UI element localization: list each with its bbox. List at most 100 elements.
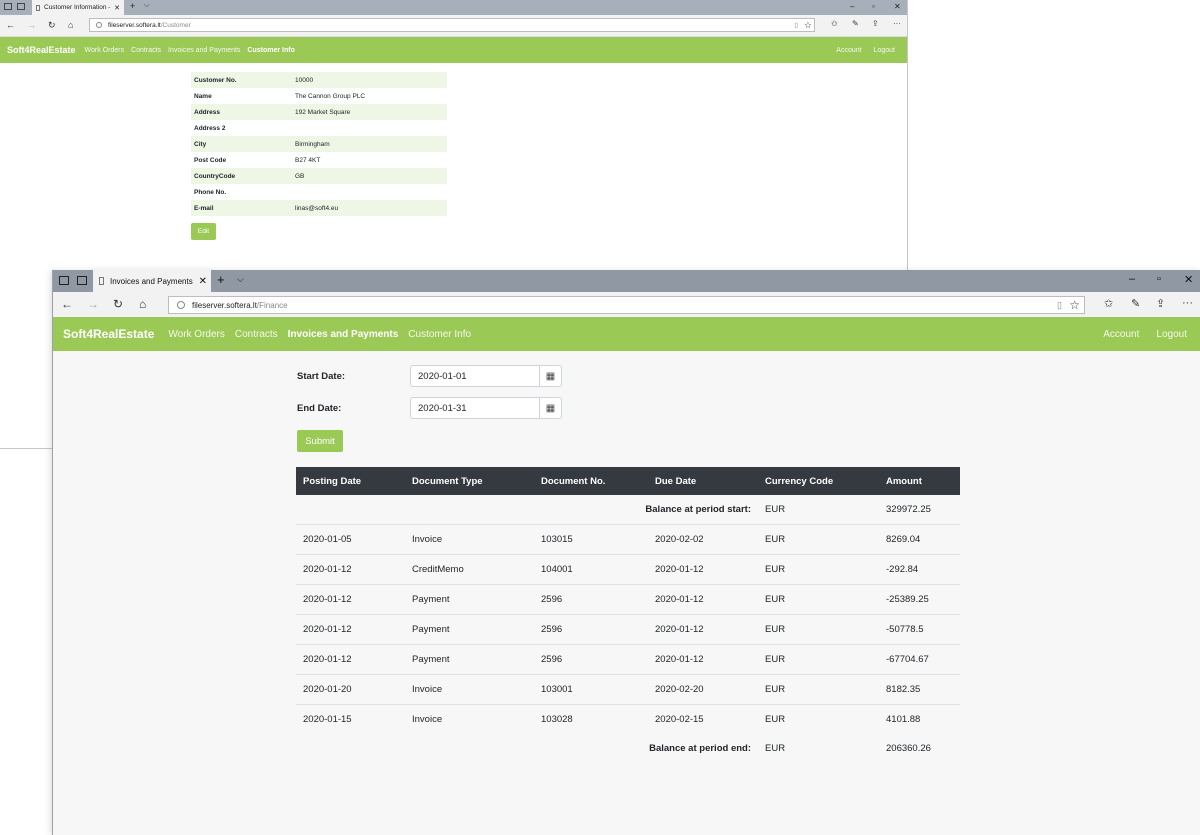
balance-start-row: Balance at period start: EUR 329972.25 bbox=[296, 495, 960, 525]
reading-view-icon[interactable]: ▯ bbox=[1057, 300, 1062, 311]
nav-account[interactable]: Account bbox=[836, 47, 861, 54]
close-tab-icon[interactable]: ✕ bbox=[199, 276, 207, 287]
refresh-icon[interactable]: ↻ bbox=[113, 297, 123, 311]
nav-contracts[interactable]: Contracts bbox=[235, 329, 278, 340]
currency-cell: EUR bbox=[758, 584, 879, 615]
page-icon bbox=[99, 277, 104, 285]
tab-aside-icon[interactable] bbox=[77, 276, 87, 285]
due-date-cell: 2020-02-15 bbox=[655, 704, 758, 734]
pen-icon[interactable]: ✎ bbox=[1131, 297, 1140, 310]
start-date-row: Start Date: 2020-01-01 ▦ bbox=[297, 365, 562, 387]
maximize-icon[interactable]: ▫ bbox=[1157, 273, 1161, 285]
favorites-icon[interactable]: ✩ bbox=[1104, 297, 1113, 310]
document-type-cell: Payment bbox=[405, 644, 534, 675]
chevron-down-icon[interactable]: ⌵ bbox=[237, 274, 244, 285]
tab-invoices-payments[interactable]: Invoices and Payments ✕ bbox=[93, 270, 211, 292]
due-date-cell: 2020-02-20 bbox=[655, 674, 758, 705]
edit-button[interactable]: Edit bbox=[191, 223, 216, 240]
minimize-icon[interactable]: – bbox=[850, 2, 854, 11]
end-date-row: End Date: 2020-01-31 ▦ bbox=[297, 397, 562, 419]
maximize-icon[interactable]: ▫ bbox=[872, 2, 875, 11]
invoices-payments-window: Invoices and Payments ✕ + ⌵ – ▫ ✕ ← → ↻ … bbox=[52, 270, 1200, 835]
share-icon[interactable]: ⇪ bbox=[872, 19, 879, 28]
field-value: Birmingham bbox=[295, 140, 330, 148]
brand-link[interactable]: Soft4RealEstate bbox=[7, 45, 76, 55]
tab-customer-information[interactable]: Customer Information - ✕ bbox=[32, 0, 124, 15]
table-row: 2020-01-12 Payment 2596 2020-01-12 EUR -… bbox=[296, 614, 960, 645]
home-icon[interactable]: ⌂ bbox=[68, 20, 73, 30]
nav-customer-info[interactable]: Customer Info bbox=[408, 329, 471, 340]
submit-button[interactable]: Submit bbox=[297, 430, 343, 452]
tab-preview-icon[interactable] bbox=[59, 276, 69, 285]
close-window-icon[interactable]: ✕ bbox=[894, 2, 901, 11]
nav-work-orders[interactable]: Work Orders bbox=[85, 47, 125, 54]
balance-end-currency: EUR bbox=[765, 743, 786, 754]
nav-account[interactable]: Account bbox=[1103, 329, 1139, 340]
address-bar: ← → ↻ ⌂ fileserver.softera.lt/Customer ▯… bbox=[0, 15, 907, 37]
table-header-row: Posting Date Document Type Document No. … bbox=[296, 467, 960, 495]
nav-contracts[interactable]: Contracts bbox=[131, 47, 161, 54]
back-arrow-icon[interactable]: ← bbox=[61, 297, 73, 311]
url-host: fileserver.softera.lt bbox=[108, 21, 161, 29]
forward-arrow-icon[interactable]: → bbox=[27, 20, 36, 30]
document-type-cell: CreditMemo bbox=[405, 554, 534, 585]
balance-start-label: Balance at period start: bbox=[645, 504, 751, 515]
document-no-cell: 104001 bbox=[534, 554, 655, 585]
field-label: Phone No. bbox=[194, 188, 227, 196]
url-host: fileserver.softera.lt bbox=[192, 300, 257, 310]
field-value: 192 Market Square bbox=[295, 108, 351, 116]
posting-date-cell: 2020-01-12 bbox=[296, 644, 405, 675]
calendar-icon[interactable]: ▦ bbox=[539, 398, 561, 418]
new-tab-icon[interactable]: + bbox=[217, 272, 225, 287]
home-icon[interactable]: ⌂ bbox=[139, 297, 146, 311]
close-window-icon[interactable]: ✕ bbox=[1184, 273, 1193, 286]
url-field[interactable]: fileserver.softera.lt/Finance ▯ ☆ bbox=[168, 296, 1085, 314]
document-type-cell: Payment bbox=[405, 584, 534, 615]
brand-link[interactable]: Soft4RealEstate bbox=[63, 327, 154, 341]
favorite-star-icon[interactable]: ☆ bbox=[804, 20, 812, 31]
forward-arrow-icon[interactable]: → bbox=[87, 297, 99, 311]
calendar-icon[interactable]: ▦ bbox=[539, 366, 561, 386]
reading-view-icon[interactable]: ▯ bbox=[794, 21, 798, 29]
start-date-input[interactable]: 2020-01-01 ▦ bbox=[410, 365, 562, 387]
column-header: Document Type bbox=[405, 467, 534, 495]
favorites-icon[interactable]: ✩ bbox=[831, 19, 838, 28]
back-arrow-icon[interactable]: ← bbox=[6, 20, 15, 30]
tab-preview-icon[interactable] bbox=[4, 3, 12, 10]
posting-date-cell: 2020-01-20 bbox=[296, 674, 405, 705]
url-path: /Customer bbox=[160, 21, 191, 29]
start-date-value[interactable]: 2020-01-01 bbox=[411, 371, 539, 382]
new-tab-icon[interactable]: + bbox=[130, 1, 135, 11]
document-type-cell: Invoice bbox=[405, 704, 534, 734]
refresh-icon[interactable]: ↻ bbox=[48, 20, 56, 31]
tab-aside-icon[interactable] bbox=[17, 3, 25, 10]
chevron-down-icon[interactable]: ⌵ bbox=[144, 2, 149, 10]
detail-row: E-mail linas@soft4.eu bbox=[191, 200, 447, 216]
nav-invoices-payments[interactable]: Invoices and Payments bbox=[288, 329, 399, 340]
minimize-icon[interactable]: – bbox=[1129, 273, 1135, 285]
field-value: The Cannon Group PLC bbox=[295, 92, 366, 100]
pen-icon[interactable]: ✎ bbox=[852, 19, 859, 28]
close-tab-icon[interactable]: ✕ bbox=[114, 4, 120, 12]
end-date-input[interactable]: 2020-01-31 ▦ bbox=[410, 397, 562, 419]
nav-work-orders[interactable]: Work Orders bbox=[168, 329, 225, 340]
more-icon[interactable]: ··· bbox=[1182, 297, 1193, 309]
posting-date-cell: 2020-01-05 bbox=[296, 524, 405, 555]
document-no-cell: 2596 bbox=[534, 584, 655, 615]
balance-end-label: Balance at period end: bbox=[649, 743, 751, 754]
site-info-icon[interactable] bbox=[177, 301, 185, 309]
background-window-edge bbox=[0, 448, 53, 835]
more-icon[interactable]: ··· bbox=[893, 19, 901, 28]
nav-customer-info[interactable]: Customer Info bbox=[247, 47, 294, 54]
detail-row: Address 2 bbox=[191, 120, 447, 136]
detail-row: Phone No. bbox=[191, 184, 447, 200]
nav-logout[interactable]: Logout bbox=[874, 47, 895, 54]
finance-table: Posting Date Document Type Document No. … bbox=[296, 467, 960, 763]
url-field[interactable]: fileserver.softera.lt/Customer ▯ ☆ bbox=[89, 18, 815, 32]
share-icon[interactable]: ⇪ bbox=[1156, 297, 1165, 310]
nav-logout[interactable]: Logout bbox=[1156, 329, 1187, 340]
end-date-value[interactable]: 2020-01-31 bbox=[411, 403, 539, 414]
site-info-icon[interactable] bbox=[96, 22, 102, 28]
favorite-star-icon[interactable]: ☆ bbox=[1069, 298, 1080, 312]
nav-invoices-payments[interactable]: Invoices and Payments bbox=[168, 47, 240, 54]
